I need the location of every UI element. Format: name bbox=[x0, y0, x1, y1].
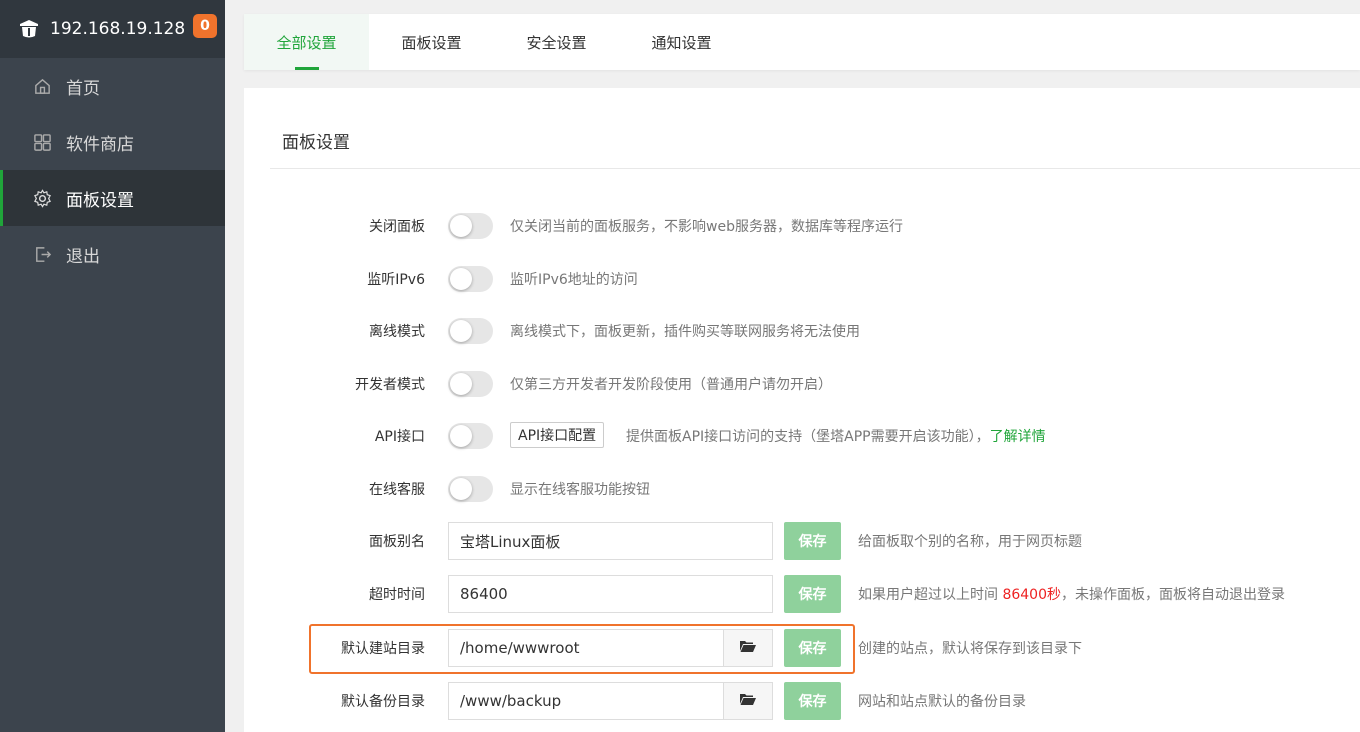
row-label: 监听IPv6 bbox=[367, 272, 425, 288]
sidebar-item-label: 软件商店 bbox=[66, 134, 134, 155]
toggle-knob bbox=[450, 425, 472, 447]
row-hint: 提供面板API接口访问的支持（堡塔APP需要开启该功能），了解详情 bbox=[626, 426, 1046, 446]
row-hint: 如果用户超过以上时间 86400秒，未操作面板，面板将自动退出登录 bbox=[858, 584, 1285, 604]
toggle-knob bbox=[450, 268, 472, 290]
logout-icon bbox=[33, 245, 52, 264]
sidebar-item-logout[interactable]: 退出 bbox=[0, 226, 225, 282]
online-support-toggle[interactable] bbox=[448, 476, 493, 502]
settings-tabs: 全部设置 面板设置 安全设置 通知设置 bbox=[244, 14, 1360, 70]
developer-mode-toggle[interactable] bbox=[448, 371, 493, 397]
ipv6-toggle[interactable] bbox=[448, 266, 493, 292]
sidebar-item-label: 首页 bbox=[66, 78, 100, 99]
panel-alias-input[interactable]: 宝塔Linux面板 bbox=[448, 522, 773, 560]
toggle-knob bbox=[450, 215, 472, 237]
tab-all-settings[interactable]: 全部设置 bbox=[244, 14, 369, 70]
tab-notification-settings[interactable]: 通知设置 bbox=[619, 14, 744, 70]
row-label: 关闭面板 bbox=[369, 219, 425, 235]
toggle-knob bbox=[450, 373, 472, 395]
row-hint: 监听IPv6地址的访问 bbox=[510, 272, 638, 288]
row-hint: 仅关闭当前的面板服务，不影响web服务器，数据库等程序运行 bbox=[510, 219, 903, 235]
row-label: 超时时间 bbox=[369, 587, 425, 603]
row-label: 默认备份目录 bbox=[341, 694, 425, 710]
sidebar-item-software-store[interactable]: 软件商店 bbox=[0, 114, 225, 170]
row-hint: 网站和站点默认的备份目录 bbox=[858, 694, 1026, 710]
close-panel-toggle[interactable] bbox=[448, 213, 493, 239]
tab-panel-settings[interactable]: 面板设置 bbox=[369, 14, 494, 70]
sidebar-item-label: 面板设置 bbox=[66, 190, 134, 211]
save-timeout-button[interactable]: 保存 bbox=[784, 575, 841, 613]
server-ip: 192.168.19.128 bbox=[50, 19, 186, 39]
row-label: 面板别名 bbox=[369, 534, 425, 550]
backup-dir-input[interactable]: /www/backup bbox=[448, 682, 724, 720]
divider bbox=[270, 168, 1360, 169]
save-backup-dir-button[interactable]: 保存 bbox=[784, 682, 841, 720]
row-hint: 创建的站点，默认将保存到该目录下 bbox=[858, 641, 1082, 657]
sidebar-header: 192.168.19.128 0 bbox=[0, 0, 225, 58]
grid-icon bbox=[33, 133, 52, 152]
tab-security-settings[interactable]: 安全设置 bbox=[494, 14, 619, 70]
row-label: 离线模式 bbox=[369, 324, 425, 340]
offline-mode-toggle[interactable] bbox=[448, 318, 493, 344]
panel-title: 面板设置 bbox=[282, 133, 350, 153]
save-alias-button[interactable]: 保存 bbox=[784, 522, 841, 560]
row-label: 开发者模式 bbox=[355, 377, 425, 393]
timeout-hint-post: ，未操作面板，面板将自动退出登录 bbox=[1061, 587, 1285, 603]
row-hint: 离线模式下，面板更新，插件购买等联网服务将无法使用 bbox=[510, 324, 860, 340]
gear-icon bbox=[33, 188, 52, 208]
sidebar-item-label: 退出 bbox=[66, 246, 100, 267]
highlight-annotation-box bbox=[309, 624, 855, 674]
api-hint-text: 提供面板API接口访问的支持（堡塔APP需要开启该功能）， bbox=[626, 429, 990, 445]
home-icon bbox=[33, 77, 52, 96]
sidebar-item-home[interactable]: 首页 bbox=[0, 58, 225, 114]
row-hint: 给面板取个别的名称，用于网页标题 bbox=[858, 534, 1082, 550]
sidebar-item-panel-settings[interactable]: 面板设置 bbox=[0, 170, 225, 226]
row-api: API接口 API接口配置 提供面板API接口访问的支持（堡塔APP需要开启该功… bbox=[244, 416, 1360, 456]
learn-more-link[interactable]: 了解详情 bbox=[990, 429, 1046, 445]
row-label: 在线客服 bbox=[369, 482, 425, 498]
sidebar: 192.168.19.128 0 首页 软件商店 面板设置 退出 bbox=[0, 0, 225, 732]
toggle-knob bbox=[450, 320, 472, 342]
api-toggle[interactable] bbox=[448, 423, 493, 449]
timeout-hint-value: 86400秒 bbox=[1002, 587, 1061, 603]
backup-dir-browse-button[interactable] bbox=[723, 682, 773, 720]
toggle-knob bbox=[450, 478, 472, 500]
notification-badge[interactable]: 0 bbox=[193, 14, 217, 38]
api-config-button[interactable]: API接口配置 bbox=[510, 422, 605, 448]
timeout-hint-pre: 如果用户超过以上时间 bbox=[858, 587, 1003, 603]
timeout-input[interactable]: 86400 bbox=[448, 575, 773, 613]
row-hint: 显示在线客服功能按钮 bbox=[510, 482, 650, 498]
bt-logo-icon bbox=[18, 18, 40, 40]
row-label: API接口 bbox=[374, 429, 425, 445]
row-hint: 仅第三方开发者开发阶段使用（普通用户请勿开启） bbox=[510, 377, 832, 393]
folder-open-icon bbox=[739, 692, 757, 710]
